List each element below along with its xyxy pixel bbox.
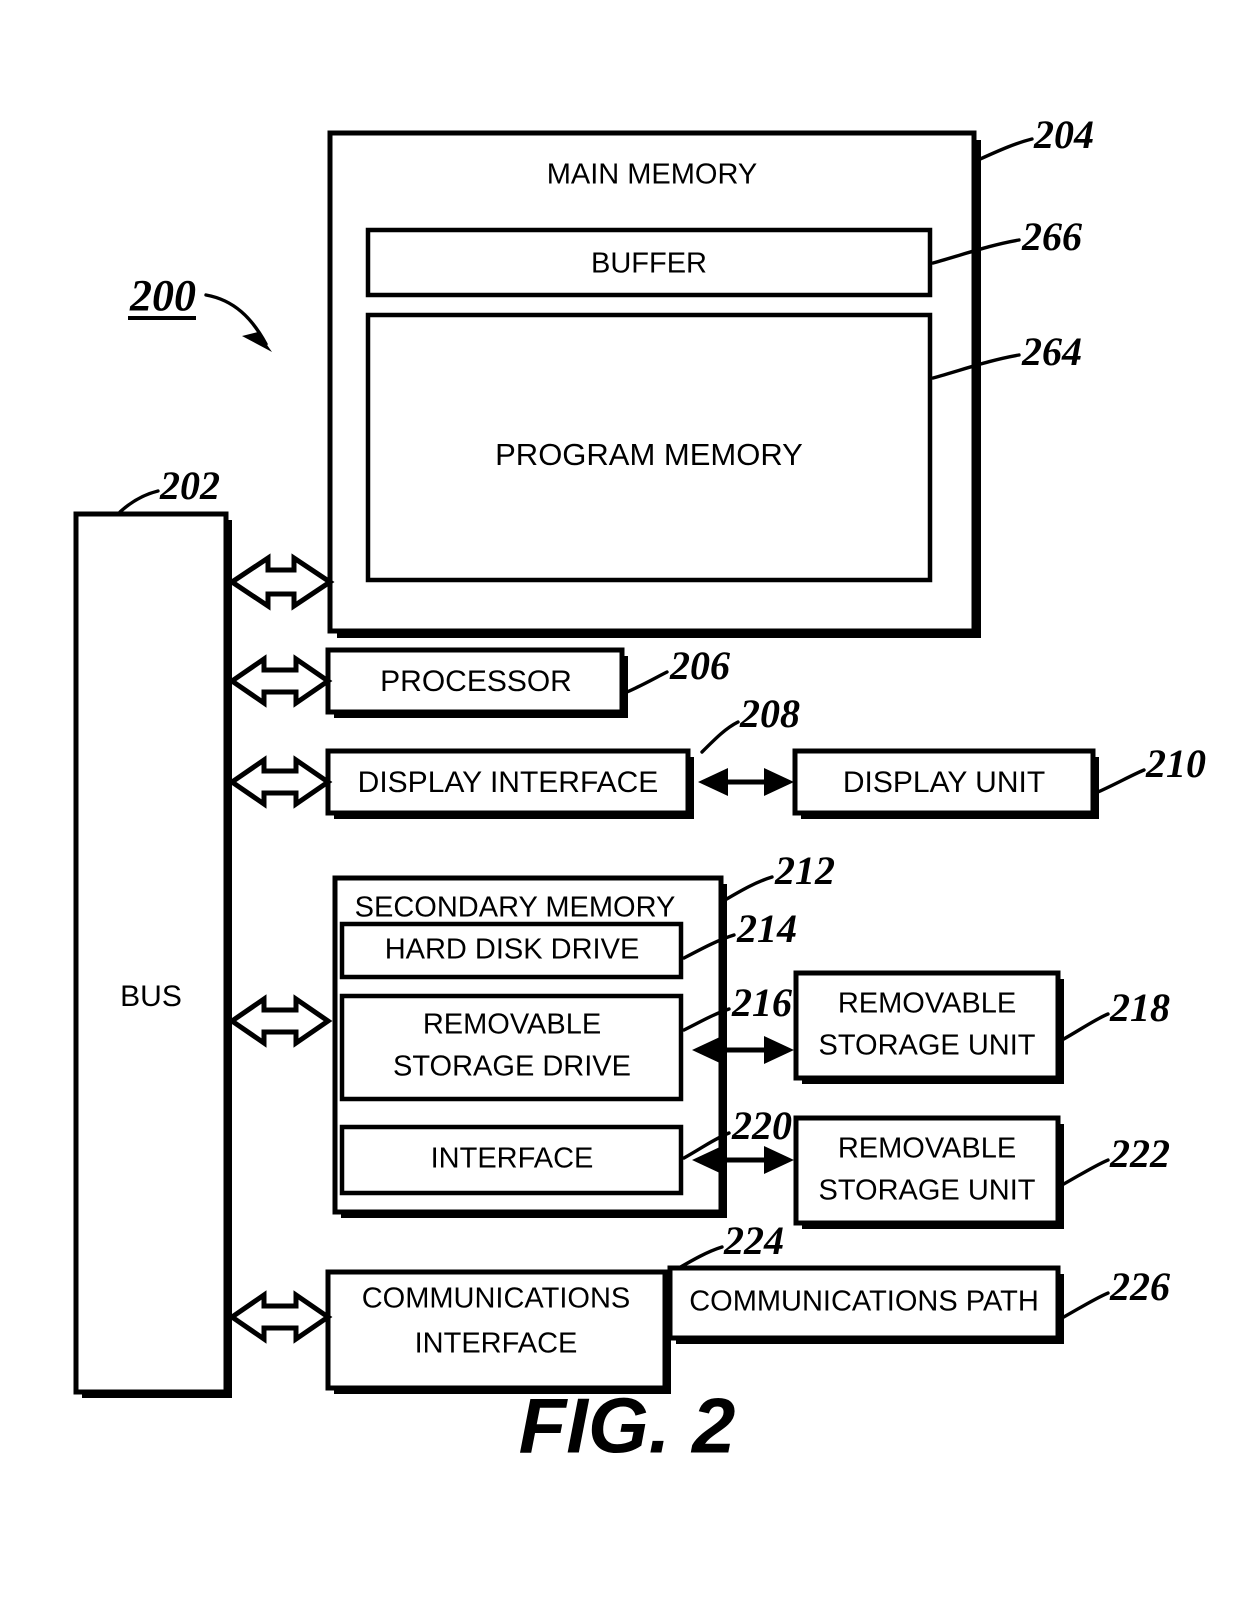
arrow-head-left	[698, 768, 728, 796]
removable-storage-unit-2-label-line1: REMOVABLE	[838, 1133, 1016, 1165]
double-arrow-icon	[227, 654, 333, 708]
display-unit-label: DISPLAY UNIT	[843, 766, 1045, 799]
double-arrow-icon	[227, 755, 333, 809]
removable-storage-unit-1-label-line1: REMOVABLE	[838, 988, 1016, 1020]
figure-canvas: 200 BUS 202 MAIN MEMORY 204 BUFFER 266 P…	[0, 0, 1254, 1623]
ref-212: 212	[774, 848, 835, 893]
bus-to-communications-interface-arrow	[227, 1290, 333, 1344]
ref-266: 266	[1021, 214, 1082, 259]
ref-218-leader	[1060, 1012, 1110, 1042]
ref-222-leader	[1060, 1158, 1110, 1187]
double-arrow-icon	[227, 553, 335, 611]
ref-200: 200	[129, 271, 196, 320]
display-interface-to-unit-arrow	[698, 768, 794, 796]
buffer-label: BUFFER	[591, 248, 707, 280]
ref-226: 226	[1109, 1264, 1170, 1309]
bus-to-secondary-memory-arrow	[227, 994, 333, 1048]
bus-label: BUS	[120, 980, 182, 1013]
ref-206-leader	[625, 670, 669, 694]
bus-block: BUS 202	[73, 463, 232, 1398]
bus-to-display-interface-arrow	[227, 755, 333, 809]
processor-block: PROCESSOR 206	[325, 643, 730, 718]
program-memory-label: PROGRAM MEMORY	[495, 437, 803, 472]
ref-202: 202	[159, 463, 220, 508]
patent-figure-2: 200 BUS 202 MAIN MEMORY 204 BUFFER 266 P…	[0, 0, 1254, 1623]
ref-220: 220	[731, 1103, 792, 1148]
ref-208: 208	[739, 691, 800, 736]
communications-path-block: COMMUNICATIONS PATH 226	[667, 1264, 1170, 1344]
ref-204-leader	[976, 137, 1034, 162]
ref-264: 264	[1021, 329, 1082, 374]
ref-224: 224	[723, 1218, 784, 1263]
removable-storage-unit-2-block: REMOVABLE STORAGE UNIT 222	[793, 1115, 1170, 1229]
ref-204: 204	[1033, 112, 1094, 157]
communications-interface-label-line2: INTERFACE	[415, 1328, 578, 1360]
bus-to-processor-arrow	[227, 654, 333, 708]
removable-storage-drive-label-line2: STORAGE DRIVE	[393, 1051, 631, 1083]
ref-206: 206	[669, 643, 730, 688]
system-callout-200: 200	[128, 271, 272, 352]
double-arrow-icon	[227, 1290, 333, 1344]
hard-disk-drive-label: HARD DISK DRIVE	[385, 934, 640, 966]
ref-214: 214	[736, 906, 797, 951]
double-arrow-icon	[227, 994, 333, 1048]
arrow-head-right	[764, 1146, 794, 1174]
interface-label: INTERFACE	[431, 1143, 594, 1175]
communications-path-label: COMMUNICATIONS PATH	[689, 1286, 1039, 1318]
bus-fill	[76, 514, 226, 1392]
ref-222: 222	[1109, 1131, 1170, 1176]
ref-210-leader	[1096, 768, 1146, 794]
ref-200-arrowhead	[242, 332, 272, 352]
ref-202-leader	[118, 489, 160, 514]
ref-212-leader	[723, 875, 774, 902]
ref-210: 210	[1145, 741, 1206, 786]
bus-to-main-memory-arrow	[227, 553, 335, 611]
ref-218: 218	[1109, 985, 1170, 1030]
ref-216: 216	[731, 980, 792, 1025]
removable-storage-unit-1-label-line2: STORAGE UNIT	[819, 1030, 1036, 1062]
arrow-head-right	[764, 768, 794, 796]
processor-label: PROCESSOR	[380, 665, 572, 698]
removable-storage-unit-1-block: REMOVABLE STORAGE UNIT 218	[793, 970, 1170, 1084]
arrow-head-right	[764, 1036, 794, 1064]
ref-208-leader	[700, 720, 740, 754]
communications-interface-label-line1: COMMUNICATIONS	[362, 1283, 631, 1315]
figure-caption: FIG. 2	[519, 1382, 736, 1470]
display-interface-label: DISPLAY INTERFACE	[358, 766, 659, 799]
removable-storage-unit-2-label-line2: STORAGE UNIT	[819, 1175, 1036, 1207]
main-memory-label: MAIN MEMORY	[547, 159, 758, 191]
display-unit-block: DISPLAY UNIT 210	[792, 741, 1206, 819]
removable-storage-drive-label-line1: REMOVABLE	[423, 1009, 601, 1041]
secondary-memory-label: SECONDARY MEMORY	[355, 892, 676, 924]
ref-226-leader	[1060, 1291, 1110, 1320]
